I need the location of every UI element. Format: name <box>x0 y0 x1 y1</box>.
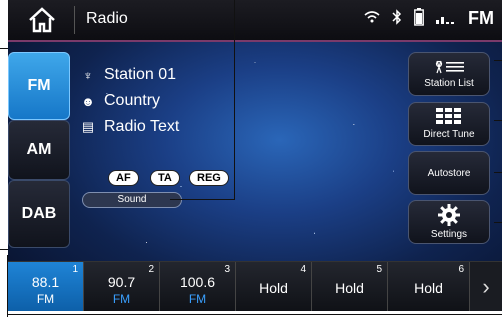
callout-line-bottom <box>7 314 502 315</box>
ta-badge: TA <box>150 170 180 186</box>
keypad-icon <box>436 108 461 124</box>
next-presets-button[interactable]: › <box>470 262 502 311</box>
preset-1[interactable]: 1 88.1 FM <box>8 262 84 311</box>
settings-button[interactable]: Settings <box>408 200 490 244</box>
station-genre: Country <box>104 92 161 109</box>
battery-icon <box>414 8 424 26</box>
station-list-icon <box>435 60 464 74</box>
preset-3[interactable]: 3 100.6 FM <box>160 262 236 311</box>
af-badge: AF <box>108 170 139 186</box>
station-name-row: ♆ Station 01 <box>80 66 176 84</box>
callout-line-left-top <box>0 48 8 49</box>
callout-line-right <box>494 60 502 61</box>
preset-2[interactable]: 2 90.7 FM <box>84 262 160 311</box>
radio-text-row: ▤ Radio Text <box>80 118 179 136</box>
callout-line-right-4 <box>494 222 502 223</box>
band-dab-button[interactable]: DAB <box>8 180 70 248</box>
settings-label: Settings <box>430 229 468 240</box>
autostore-label: Autostore <box>427 167 471 179</box>
preset-5[interactable]: 5 Hold <box>312 262 388 311</box>
preset-frequency: 90.7 <box>107 274 136 290</box>
header-separator <box>74 6 75 34</box>
station-name: Station 01 <box>104 66 177 83</box>
chevron-right-icon: › <box>482 274 490 299</box>
preset-number: 5 <box>376 264 382 275</box>
preset-number: 4 <box>300 264 306 275</box>
preset-frequency: Hold <box>335 280 364 296</box>
page-title: Radio <box>86 10 128 27</box>
sound-button[interactable]: Sound <box>82 192 182 208</box>
callout-line-top-1-h <box>170 199 235 200</box>
callout-line-top-1 <box>234 0 235 200</box>
band-dab-label: DAB <box>21 205 57 222</box>
signal-icon <box>436 17 454 24</box>
genre-row: ☻ Country <box>80 92 160 110</box>
callout-line-right-3 <box>494 172 502 173</box>
preset-4[interactable]: 4 Hold <box>236 262 312 311</box>
status-icons <box>364 8 458 26</box>
preset-band: FM <box>112 292 131 306</box>
active-band-indicator: FM <box>468 8 494 28</box>
drama-masks-icon: ☻ <box>81 93 95 109</box>
callout-line-left-bottom <box>0 249 8 250</box>
band-fm-label: FM <box>27 77 51 94</box>
preset-frequency: Hold <box>259 280 288 296</box>
preset-frequency: Hold <box>414 280 443 296</box>
preset-band: FM <box>188 292 207 306</box>
station-list-label: Station List <box>424 78 474 89</box>
preset-band: FM <box>36 292 55 306</box>
radio-text: Radio Text <box>104 118 180 135</box>
header-bar: Radio FM <box>8 0 502 42</box>
preset-bar: 1 88.1 FM 2 90.7 FM 3 100.6 FM 4 Hold 5 … <box>8 261 502 311</box>
home-icon <box>29 7 55 33</box>
reg-badge: REG <box>189 170 229 186</box>
direct-tune-button[interactable]: Direct Tune <box>408 102 490 146</box>
callout-line-right-2 <box>494 120 502 121</box>
wifi-icon <box>364 11 380 23</box>
preset-frequency: 100.6 <box>179 274 216 290</box>
band-am-label: AM <box>26 141 52 158</box>
band-am-button[interactable]: AM <box>8 120 70 180</box>
station-list-button[interactable]: Station List <box>408 52 490 96</box>
home-button[interactable] <box>12 2 72 38</box>
preset-6[interactable]: 6 Hold <box>388 262 470 311</box>
antenna-icon: ♆ <box>83 67 93 83</box>
autostore-button[interactable]: Autostore <box>408 151 490 195</box>
preset-frequency: 88.1 <box>31 274 60 290</box>
gear-icon <box>438 204 460 226</box>
radio-screen: Radio FM FM AM DAB ♆ Station 01 ☻ Countr… <box>8 0 502 311</box>
band-fm-button[interactable]: FM <box>8 52 70 120</box>
direct-tune-label: Direct Tune <box>423 129 475 140</box>
preset-number: 6 <box>458 264 464 275</box>
text-document-icon: ▤ <box>81 119 95 134</box>
bluetooth-icon <box>392 9 402 25</box>
